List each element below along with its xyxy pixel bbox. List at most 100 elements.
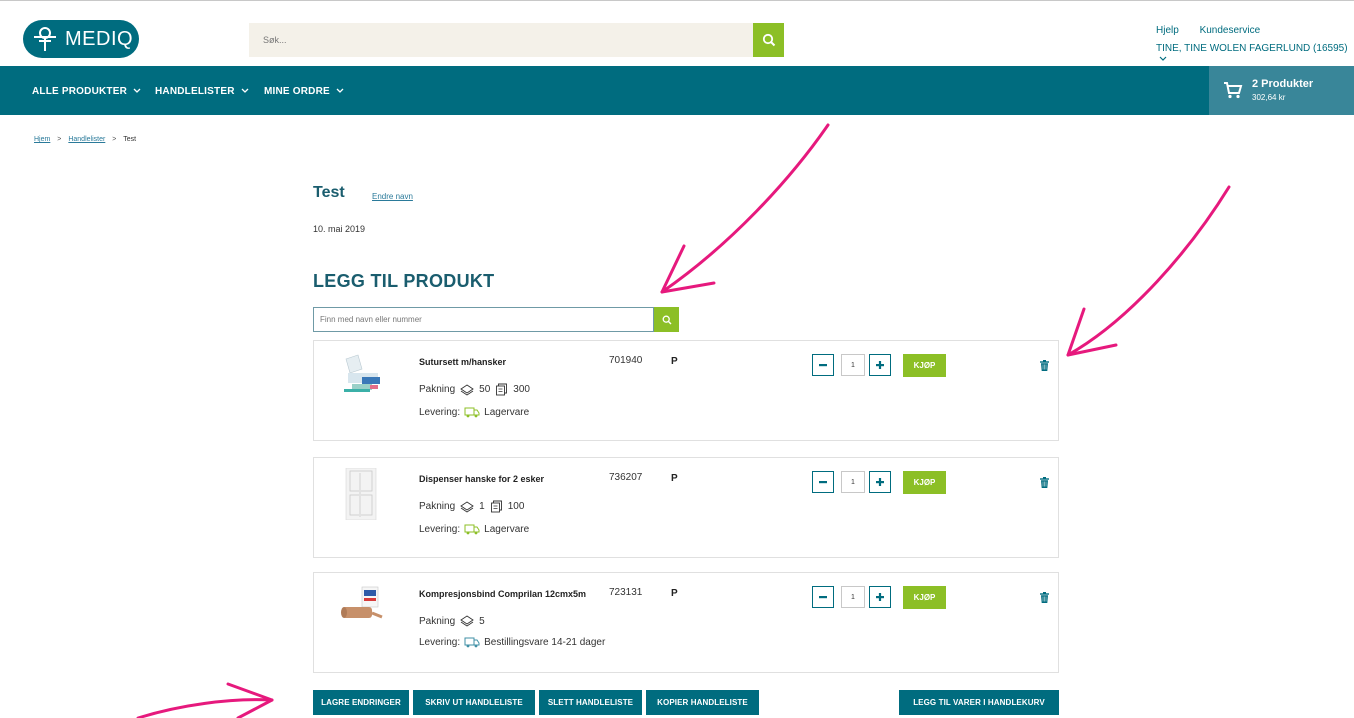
breadcrumb-current: Test <box>123 136 137 143</box>
customer-service-link[interactable]: Kundeservice <box>1200 25 1261 36</box>
site-search-button[interactable] <box>753 23 784 57</box>
minus-icon <box>819 364 827 367</box>
buy-button[interactable]: KJØP <box>903 471 946 494</box>
packing-info: Pakning 50 300 <box>419 383 530 396</box>
packing-total: 100 <box>507 501 525 512</box>
product-sku: 723131 <box>609 587 643 598</box>
product-image <box>341 586 383 619</box>
breadcrumb-lists[interactable]: Handlelister <box>68 136 105 143</box>
copy-list-button[interactable]: KOPIER HANDLELISTE <box>646 690 759 715</box>
product-flag: P <box>671 356 678 367</box>
delivery-status: Bestillingsvare 14-21 dager <box>484 636 606 648</box>
cart-total: 302,64 kr <box>1252 93 1286 102</box>
help-link[interactable]: Hjelp <box>1156 25 1179 36</box>
product-sku: 736207 <box>609 472 643 483</box>
plus-icon <box>876 478 884 486</box>
nav-item-shopping-lists[interactable]: HANDLELISTER <box>155 86 249 97</box>
add-to-cart-button[interactable]: LEGG TIL VARER I HANDLEKURV <box>899 690 1059 715</box>
chevron-down-icon <box>1159 56 1167 61</box>
minus-icon <box>819 481 827 484</box>
buy-button[interactable]: KJØP <box>903 354 946 377</box>
trash-icon[interactable] <box>1040 592 1049 603</box>
trash-icon[interactable] <box>1040 477 1049 488</box>
delivery-label: Levering: <box>419 523 461 535</box>
annotation-arrow-search <box>660 123 830 294</box>
chevron-down-icon <box>241 88 249 93</box>
nav-item-my-orders[interactable]: MINE ORDRE <box>264 86 344 97</box>
quantity-decrease-button[interactable] <box>812 586 834 608</box>
trash-icon[interactable] <box>1040 360 1049 371</box>
plus-icon <box>876 361 884 369</box>
product-card: Dispenser hanske for 2 esker 736207 P Pa… <box>313 457 1059 558</box>
layers-icon <box>460 615 474 627</box>
save-changes-button[interactable]: LAGRE ENDRINGER <box>313 690 409 715</box>
main-nav: ALLE PRODUKTER HANDLELISTER MINE ORDRE 2… <box>0 66 1354 115</box>
delivery-info: Levering: Bestillingsvare 14-21 dager <box>419 636 605 648</box>
quantity-input[interactable] <box>841 354 865 376</box>
delivery-truck-icon <box>464 637 480 648</box>
product-name[interactable]: Sutursett m/hansker <box>419 357 506 367</box>
product-image <box>345 468 377 520</box>
quantity-increase-button[interactable] <box>869 354 891 376</box>
minus-icon <box>819 596 827 599</box>
quantity-increase-button[interactable] <box>869 471 891 493</box>
packing-label: Pakning <box>419 615 456 627</box>
packing-quantity: 50 <box>479 384 491 395</box>
search-icon <box>662 315 671 324</box>
box-stack-icon <box>490 500 502 513</box>
product-name[interactable]: Dispenser hanske for 2 esker <box>419 474 544 484</box>
breadcrumb-home[interactable]: Hjem <box>34 136 50 143</box>
nav-item-all-products[interactable]: ALLE PRODUKTER <box>32 86 141 97</box>
quantity-decrease-button[interactable] <box>812 471 834 493</box>
quantity-decrease-button[interactable] <box>812 354 834 376</box>
packing-quantity: 1 <box>479 501 485 512</box>
quantity-input[interactable] <box>841 586 865 608</box>
list-date: 10. mai 2019 <box>313 224 366 234</box>
annotation-arrow-actions <box>136 682 274 718</box>
product-flag: P <box>671 473 678 484</box>
product-name[interactable]: Kompresjonsbind Comprilan 12cmx5m <box>419 589 586 599</box>
nav-item-label: ALLE PRODUKTER <box>32 86 128 97</box>
add-product-heading: LEGG TIL PRODUKT <box>313 271 495 291</box>
breadcrumb-separator: > <box>57 136 62 143</box>
product-card: Kompresjonsbind Comprilan 12cmx5m 723131… <box>313 572 1059 673</box>
logo-text: MEDIQ <box>65 27 134 50</box>
quantity-increase-button[interactable] <box>869 586 891 608</box>
cart-button[interactable]: 2 Produkter 302,64 kr <box>1209 66 1354 115</box>
delete-list-button[interactable]: SLETT HANDLELISTE <box>539 690 642 715</box>
rename-list-link[interactable]: Endre navn <box>372 192 413 201</box>
delivery-status: Lagervare <box>484 523 530 535</box>
layers-icon <box>460 500 474 513</box>
buy-button[interactable]: KJØP <box>903 586 946 609</box>
packing-info: Pakning 1 100 <box>419 500 524 513</box>
chevron-down-icon <box>133 88 141 93</box>
cart-count: 2 Produkter <box>1252 78 1314 90</box>
account-menu[interactable]: TINE, TINE WOLEN FAGERLUND (16595) <box>1156 43 1354 65</box>
nav-item-label: HANDLELISTER <box>155 86 235 97</box>
product-search-button[interactable] <box>654 307 679 332</box>
delivery-label: Levering: <box>419 636 461 648</box>
cart-icon <box>1224 82 1243 99</box>
layers-icon <box>460 383 474 396</box>
medical-cross-logo-icon <box>34 27 56 51</box>
print-list-button[interactable]: SKRIV UT HANDLELISTE <box>413 690 535 715</box>
quantity-input[interactable] <box>841 471 865 493</box>
site-search-input[interactable] <box>249 23 753 57</box>
product-search-input[interactable] <box>313 307 654 332</box>
product-sku: 701940 <box>609 355 643 366</box>
nav-item-label: MINE ORDRE <box>264 86 330 97</box>
annotation-arrow-delete <box>1066 185 1231 357</box>
mediq-logo[interactable]: MEDIQ <box>23 20 139 58</box>
delivery-info: Levering: Lagervare <box>419 406 529 418</box>
delivery-truck-icon <box>464 524 480 535</box>
product-image <box>344 354 380 392</box>
delivery-label: Levering: <box>419 406 461 418</box>
page: MEDIQ Hjelp Kundeservice TINE, TINE WOLE… <box>0 0 1354 718</box>
packing-quantity: 5 <box>479 615 485 627</box>
plus-icon <box>876 593 884 601</box>
account-name: TINE, TINE WOLEN FAGERLUND (16595) <box>1156 43 1348 54</box>
delivery-info: Levering: Lagervare <box>419 523 529 535</box>
product-flag: P <box>671 588 678 599</box>
packing-label: Pakning <box>419 384 456 395</box>
packing-label: Pakning <box>419 501 456 512</box>
